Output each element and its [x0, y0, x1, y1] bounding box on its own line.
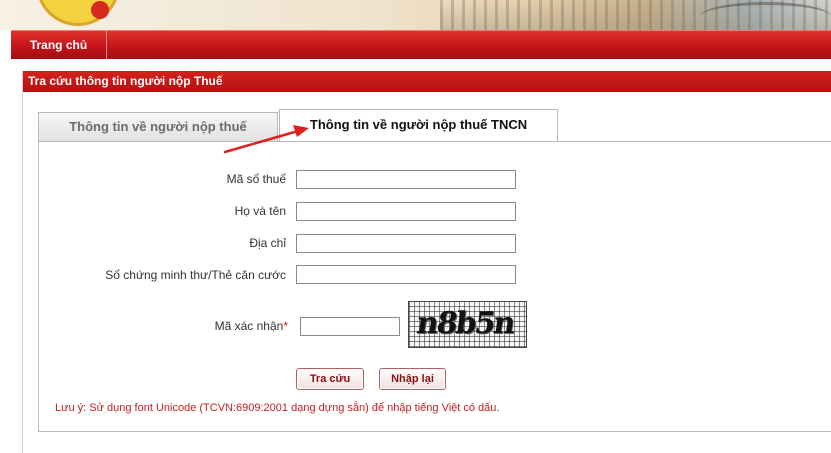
address-label: Địa chỉ [249, 236, 286, 250]
nav-item-home[interactable]: Trang chủ [11, 31, 107, 59]
id-card-input[interactable] [296, 265, 516, 284]
header-banner [0, 0, 831, 30]
search-button[interactable]: Tra cứu [296, 368, 364, 390]
reset-button[interactable]: Nhập lại [379, 368, 446, 390]
tax-code-input[interactable] [296, 170, 516, 189]
full-name-input[interactable] [296, 202, 516, 221]
captcha-image: n8b5n [408, 301, 527, 348]
address-input[interactable] [296, 234, 516, 253]
required-mark: * [283, 319, 288, 333]
national-emblem-logo [36, 0, 120, 26]
tab-bar: Thông tin về người nộp thuế Thông tin về… [38, 109, 831, 142]
taxpayer-lookup-panel: Tra cứu thông tin người nộp Thuế Thông t… [22, 71, 831, 453]
panel-title: Tra cứu thông tin người nộp Thuế [23, 71, 831, 92]
captcha-input[interactable] [300, 317, 400, 336]
main-nav-bar: Trang chủ [11, 30, 831, 59]
captcha-label-text: Mã xác nhận [214, 319, 284, 333]
id-card-label: Số chứng minh thư/Thẻ căn cước [105, 268, 286, 282]
captcha-image-text: n8b5n [414, 306, 516, 341]
banner-bridge-image [700, 2, 831, 30]
tab-taxpayer-info[interactable]: Thông tin về người nộp thuế [38, 112, 278, 141]
tab-personal-income-taxpayer-info[interactable]: Thông tin về người nộp thuế TNCN [279, 109, 558, 142]
full-name-label: Họ và tên [234, 204, 286, 218]
captcha-label: Mã xác nhận* [26, 319, 288, 333]
tax-code-label: Mã số thuế [226, 172, 286, 186]
unicode-font-note: Lưu ý: Sử dụng font Unicode (TCVN:6909:2… [55, 402, 500, 414]
